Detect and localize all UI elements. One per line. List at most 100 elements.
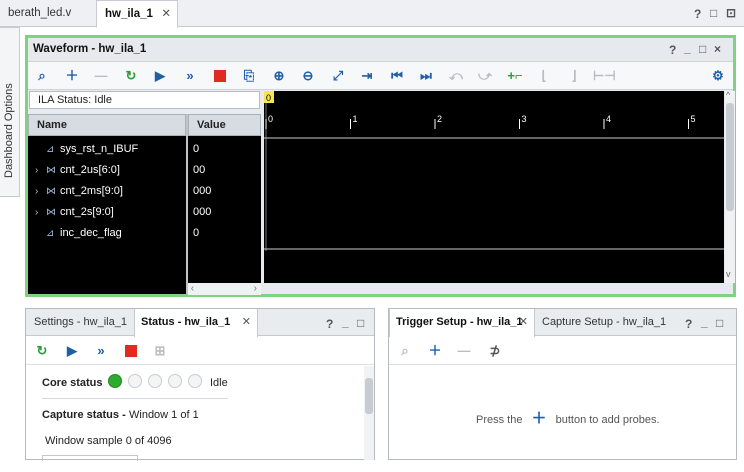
waveform-vertical-scrollbar[interactable]: ^ v xyxy=(725,90,735,283)
export-icon[interactable]: ⎘ xyxy=(239,66,259,86)
signal-name: inc_dec_flag xyxy=(60,227,122,239)
zoom-fit-icon[interactable]: ⤢ xyxy=(328,66,348,86)
close-icon[interactable]: ✕ xyxy=(242,309,251,336)
auto-retrigger-icon[interactable]: » xyxy=(180,66,200,86)
go-to-end-icon[interactable]: ⏭ xyxy=(416,66,436,86)
signal-value: 000 xyxy=(193,185,212,197)
expand-chevron-icon[interactable]: › xyxy=(35,202,38,223)
status-led-icon xyxy=(128,374,142,388)
signal-row[interactable]: › ⋈ cnt_2us[6:0] 00 xyxy=(28,160,261,181)
status-led-icon xyxy=(148,374,162,388)
value-column-header[interactable]: Value xyxy=(188,114,261,136)
zoom-in-icon[interactable]: ⊕ xyxy=(269,66,289,86)
restore-icon[interactable]: □ xyxy=(710,6,717,20)
maximize-icon[interactable]: ⊡ xyxy=(726,6,736,20)
file-tab-hw-ila-1[interactable]: hw_ila_1 ✕ xyxy=(96,0,178,28)
signal-row[interactable]: › ⋈ cnt_2s[9:0] 000 xyxy=(28,202,261,223)
run-trigger-immediate-icon[interactable]: ↻ xyxy=(121,66,141,86)
waveform-header: Waveform - hw_ila_1 ? _ □ × xyxy=(28,38,733,62)
stop-icon[interactable] xyxy=(121,341,141,361)
time-tick-label: 1 xyxy=(353,114,358,124)
signal-name: cnt_2us[6:0] xyxy=(60,164,120,176)
status-panel: Settings - hw_ila_1 Status - hw_ila_1 ✕ … xyxy=(25,308,375,461)
search-icon[interactable]: ⌕ xyxy=(32,66,52,86)
tab-label: Trigger Setup - hw_ila_1 xyxy=(396,316,523,328)
close-icon[interactable]: × xyxy=(714,42,721,56)
minimize-icon[interactable]: _ xyxy=(684,41,691,55)
trigger-panel-tabs: Trigger Setup - hw_ila_1 ✕ Capture Setup… xyxy=(389,309,736,337)
cursor-marker-label: 0 xyxy=(266,93,271,103)
status-vertical-scrollbar[interactable] xyxy=(364,366,374,460)
run-trigger-immediate-icon[interactable]: ↻ xyxy=(32,341,52,361)
waveform-title: Waveform - hw_ila_1 xyxy=(33,43,147,55)
progress-bar xyxy=(42,455,138,461)
capture-status-label: Capture status - xyxy=(42,409,126,421)
signal-list: Name Value ⊿ sys_rst_n_IBUF 0 › ⋈ cnt_2u… xyxy=(28,114,261,294)
file-tab-berath-led[interactable]: berath_led.v xyxy=(0,0,79,27)
status-led-icon xyxy=(108,374,122,388)
add-marker-icon[interactable]: +⌐ xyxy=(505,66,525,86)
go-to-start-icon[interactable]: ⏮ xyxy=(387,66,407,86)
maximize-icon[interactable]: □ xyxy=(357,316,364,330)
minimize-icon[interactable]: _ xyxy=(701,315,708,329)
help-icon[interactable]: ? xyxy=(326,317,333,331)
core-status-leds xyxy=(108,374,208,391)
hint-text: button to add probes. xyxy=(555,414,660,426)
minimize-icon[interactable]: _ xyxy=(342,315,349,329)
tab-trigger-setup[interactable]: Trigger Setup - hw_ila_1 ✕ xyxy=(389,309,535,337)
run-trigger-icon[interactable]: ▶ xyxy=(150,66,170,86)
waveform-canvas[interactable]: 0 0 1 2 3 4 5 xyxy=(264,91,724,283)
time-tick-label: 0 xyxy=(268,114,273,124)
scroll-thumb[interactable] xyxy=(726,103,734,211)
divider xyxy=(42,398,228,399)
help-icon[interactable]: ? xyxy=(669,43,676,57)
add-probe-icon[interactable]: ＋ xyxy=(425,341,445,361)
file-tab-label: berath_led.v xyxy=(8,7,72,19)
core-status-value: Idle xyxy=(210,377,228,389)
signal-name: cnt_2ms[9:0] xyxy=(60,185,123,197)
wire-icon: ⊿ xyxy=(46,228,55,239)
help-icon[interactable]: ? xyxy=(694,7,701,21)
next-marker-icon: ⌋ xyxy=(571,68,577,83)
help-icon[interactable]: ? xyxy=(685,317,692,331)
signal-row[interactable]: ⊿ inc_dec_flag 0 xyxy=(28,223,261,244)
trigger-condition-icon[interactable]: ⊅ xyxy=(485,341,505,361)
add-icon[interactable]: ＋ xyxy=(62,66,82,86)
expand-chevron-icon[interactable]: › xyxy=(35,160,38,181)
tab-status[interactable]: Status - hw_ila_1 ✕ xyxy=(134,309,258,337)
tab-capture-setup[interactable]: Capture Setup - hw_ila_1 xyxy=(536,309,672,336)
remove-icon: — xyxy=(94,68,108,83)
signal-row[interactable]: ⊿ sys_rst_n_IBUF 0 xyxy=(28,139,261,160)
signal-value: 000 xyxy=(193,206,212,218)
maximize-icon[interactable]: □ xyxy=(699,42,706,56)
signal-value: 0 xyxy=(193,227,200,239)
add-icon[interactable]: ＋ xyxy=(532,410,547,427)
search-icon: ⌕ xyxy=(401,343,409,358)
bus-icon: ⋈ xyxy=(46,165,56,176)
tab-settings[interactable]: Settings - hw_ila_1 xyxy=(28,309,133,336)
time-tick-label: 4 xyxy=(606,114,611,124)
settings-gear-icon[interactable]: ⚙ xyxy=(708,66,728,86)
trigger-setup-panel: Trigger Setup - hw_ila_1 ✕ Capture Setup… xyxy=(388,308,737,460)
name-column-header[interactable]: Name xyxy=(28,114,186,136)
expand-chevron-icon[interactable]: › xyxy=(35,181,38,202)
swap-cursors-icon: ⊢⊣ xyxy=(593,68,616,83)
status-led-icon xyxy=(188,374,202,388)
signal-row[interactable]: › ⋈ cnt_2ms[9:0] 000 xyxy=(28,181,261,202)
dashboard-options-tab[interactable]: Dashboard Options xyxy=(0,27,20,197)
close-icon[interactable]: ✕ xyxy=(519,309,528,336)
value-horizontal-scrollbar[interactable]: ‹ › xyxy=(188,283,261,295)
run-trigger-icon[interactable]: ▶ xyxy=(62,341,82,361)
trigger-toolbar: ⌕ ＋ — ⊅ xyxy=(389,337,736,365)
scroll-thumb[interactable] xyxy=(365,378,373,414)
waveform-graph: 0 0 1 2 3 4 5 xyxy=(264,91,724,251)
auto-retrigger-icon[interactable]: » xyxy=(91,341,111,361)
ila-status: ILA Status: Idle xyxy=(29,91,260,109)
maximize-icon[interactable]: □ xyxy=(716,316,723,330)
time-axis: 0 1 2 3 4 5 xyxy=(265,114,696,129)
stop-icon[interactable] xyxy=(210,66,230,86)
zoom-out-icon[interactable]: ⊖ xyxy=(298,66,318,86)
go-to-cursor-icon[interactable]: ⇥ xyxy=(357,66,377,86)
close-icon[interactable]: ✕ xyxy=(161,1,171,27)
add-probes-hint: Press the ＋ button to add probes. xyxy=(476,407,660,428)
